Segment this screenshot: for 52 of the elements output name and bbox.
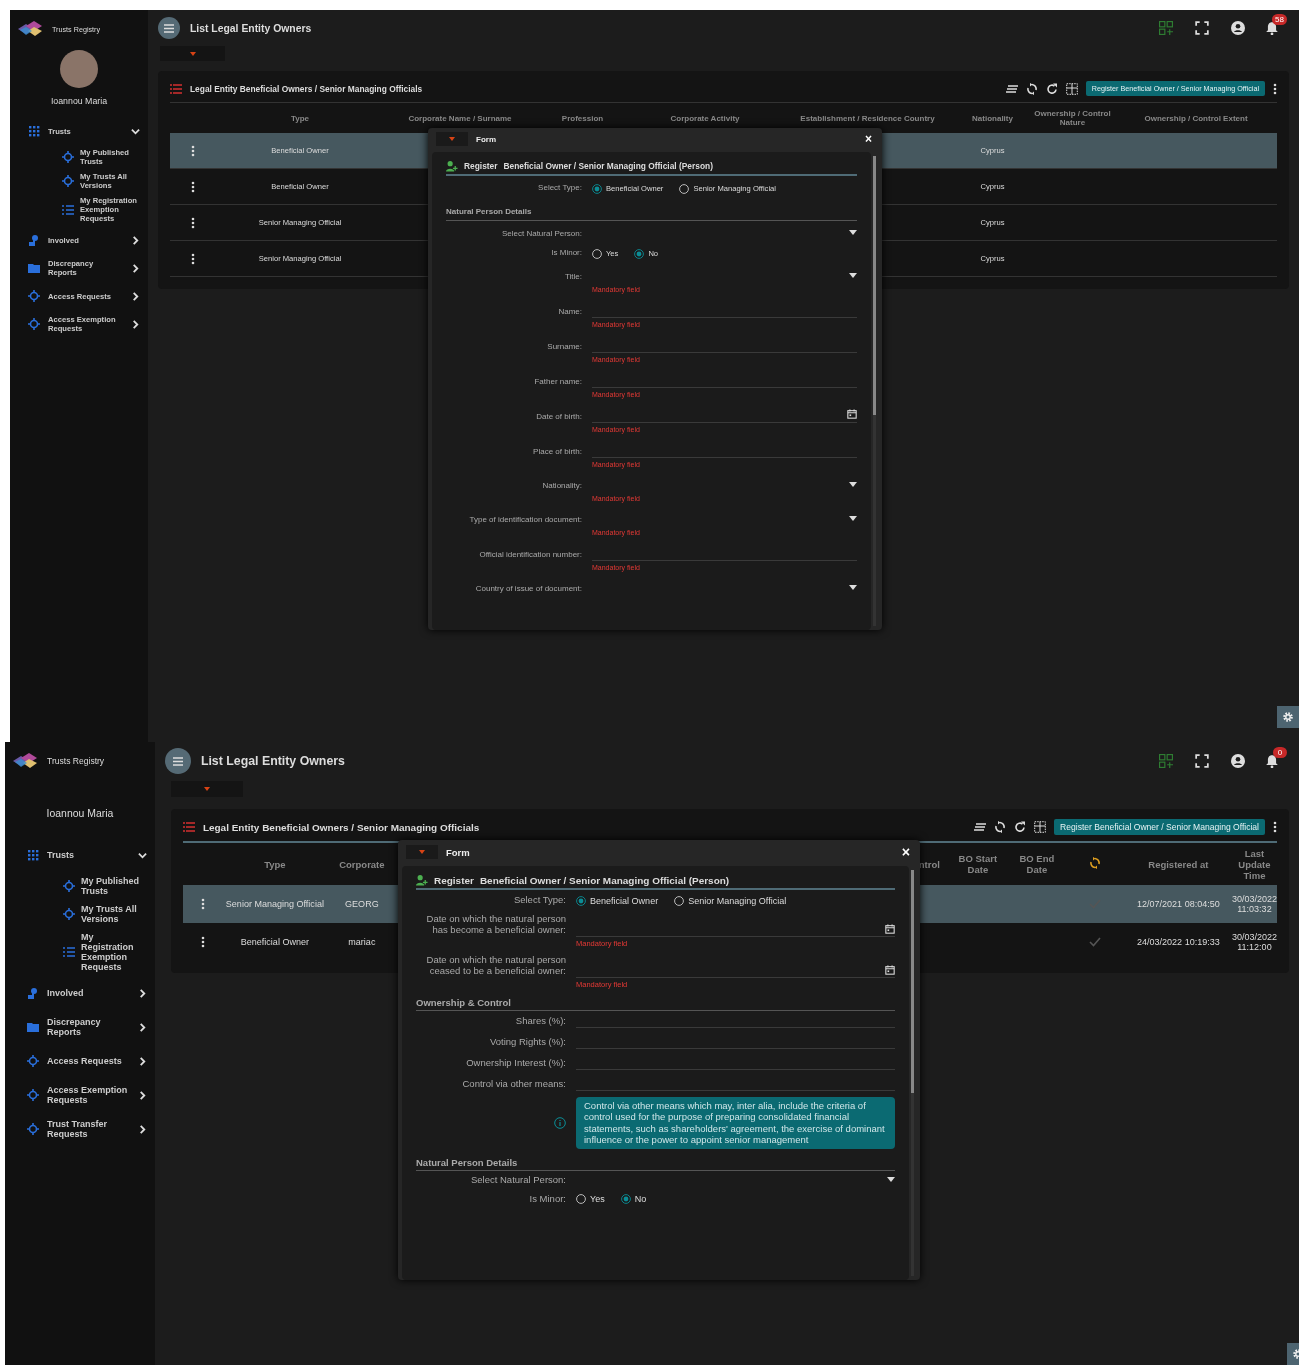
table-cell-text: 12/07/2021 08:04:50 (1136, 899, 1221, 909)
dialog-title: Form (446, 846, 471, 858)
table-cell-text: Senior Managing Official (224, 899, 325, 909)
info-note: Control via other means which may, inter alia, include the criteria of control used for the purpose of preparing consolidated financial statements, such as shareholders' agreement, the exercise of dominant influence or the power to appoint senior management (576, 1097, 895, 1149)
app-name: Trusts Registry (47, 756, 105, 766)
table-cell: 30/03/2022 11:03:32 (1231, 894, 1277, 914)
table-cell-text: mariac (347, 937, 377, 947)
field-label: Country of issue of document: (474, 584, 582, 595)
section-heading: Ownership & Control (416, 995, 895, 1011)
field-label: Father name: (533, 377, 582, 388)
section-heading: Natural Person Details (446, 203, 857, 221)
field-label: Is Minor: (550, 248, 582, 259)
field-label: Name: (557, 307, 582, 318)
form-heading-prefix: Register (464, 161, 498, 171)
field-label: Date on which the natural person ceased to be a beneficial owner: (425, 954, 566, 978)
field-label: Place of birth: (532, 447, 582, 458)
field-label: Ownership Interest (%): (465, 1057, 566, 1070)
table-cell-text: 24/03/2022 10:19:33 (1136, 937, 1221, 947)
field-label: Select Natural Person: (469, 1173, 566, 1187)
form-heading-prefix: Register (434, 874, 474, 886)
form-heading: Beneficial Owner / Senior Managing Official (Person) (503, 161, 713, 171)
field-label: Type of identification document: (468, 515, 582, 526)
notification-count: 58 (1272, 14, 1287, 25)
radio-label: Yes (590, 1194, 605, 1205)
table-cell-text: Beneficial Owner (239, 937, 310, 947)
table-title: Legal Entity Beneficial Owners / Senior Managing Officials (202, 821, 481, 833)
field-label: Nationality: (541, 481, 582, 492)
table-cell: 30/03/2022 11:12:00 (1231, 932, 1277, 952)
form-heading: Beneficial Owner / Senior Managing Official (Person) (479, 874, 730, 886)
field-label: Select Natural Person: (500, 229, 582, 240)
section-heading: Natural Person Details (416, 1154, 895, 1171)
radio-label: Beneficial Owner (590, 895, 659, 906)
table-cell-text: GEORG (344, 899, 380, 909)
dialog-title: Form (476, 134, 497, 144)
field-label: Select Type: (512, 894, 566, 907)
field-label: Shares (%): (514, 1015, 566, 1028)
field-label: Control via other means: (461, 1078, 566, 1091)
field-label: Voting Rights (%): (488, 1036, 566, 1049)
field-label: Title: (563, 272, 582, 283)
field-label: Official identification number: (478, 550, 582, 561)
field-label: Select Type: (537, 183, 582, 194)
page-title: List Legal Entity Owners (190, 22, 313, 34)
notification-count: 0 (1273, 747, 1287, 758)
page-title: List Legal Entity Owners (200, 754, 346, 768)
field-label: Date of birth: (535, 412, 582, 423)
field-label: Surname: (546, 342, 582, 353)
user-name: Ioannou Maria (46, 808, 114, 819)
table-title: Legal Entity Beneficial Owners / Senior Managing Officials (190, 83, 424, 94)
user-name: Ioannou Maria (50, 96, 108, 106)
radio-label: No (634, 1194, 647, 1205)
field-label: Date on which the natural person has become a beneficial owner: (425, 913, 566, 937)
field-label: Is Minor: (528, 1192, 566, 1206)
